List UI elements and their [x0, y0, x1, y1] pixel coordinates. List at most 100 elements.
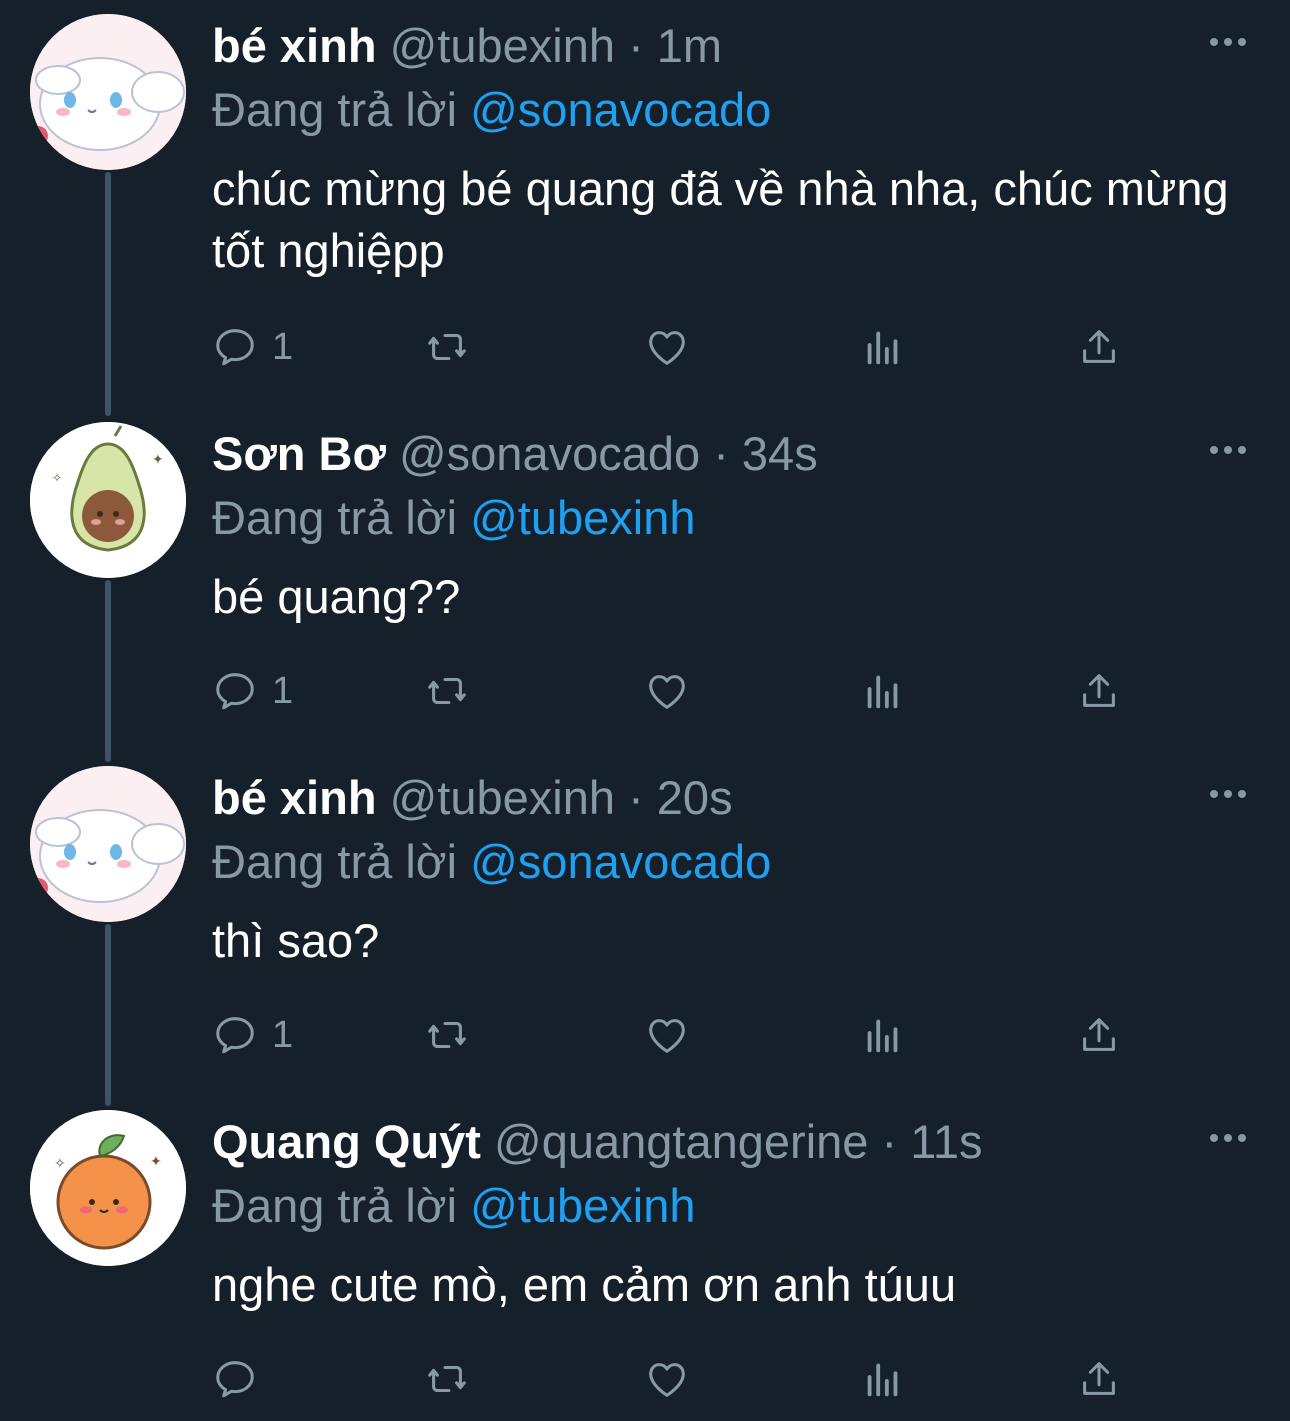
- share-icon: [1083, 1018, 1115, 1051]
- tweet-text: bé quang??: [212, 570, 461, 623]
- reply-count: 1: [272, 669, 294, 712]
- share-icon: [1083, 330, 1115, 363]
- tweet[interactable]: bé xinh @tubexinh · 1m Đang trả lời @son…: [0, 0, 1290, 400]
- reply-button[interactable]: 1: [212, 666, 293, 716]
- separator-dot: ·: [713, 427, 729, 480]
- reply-context: Đang trả lời @sonavocado: [212, 834, 771, 890]
- separator-dot: ·: [628, 771, 644, 824]
- action-bar: [212, 1354, 1132, 1404]
- reply-button[interactable]: [212, 1354, 272, 1404]
- retweet-icon: [428, 1365, 466, 1393]
- tangerine-avatar-image: ✧ ✦: [30, 1110, 186, 1266]
- reply-context: Đang trả lời @tubexinh: [212, 1178, 696, 1234]
- reply-prefix: Đang trả lời: [212, 491, 458, 544]
- tweet[interactable]: bé xinh @tubexinh · 20s Đang trả lời @so…: [0, 752, 1290, 1092]
- reply-count: 1: [272, 1013, 294, 1056]
- retweet-button[interactable]: [424, 666, 470, 716]
- avatar[interactable]: [30, 766, 186, 922]
- reply-icon: [216, 1361, 254, 1398]
- heart-icon: [649, 1363, 685, 1397]
- reply-icon: [216, 329, 254, 366]
- reply-icon: [216, 673, 254, 710]
- avatar[interactable]: ✧ ✦: [30, 1110, 186, 1266]
- share-button[interactable]: [1076, 666, 1122, 716]
- analytics-button[interactable]: [860, 1354, 906, 1404]
- display-name[interactable]: bé xinh: [212, 771, 377, 824]
- user-handle[interactable]: @sonavocado: [399, 427, 700, 480]
- display-name[interactable]: Quang Quýt: [212, 1115, 481, 1168]
- more-icon[interactable]: [1210, 1132, 1246, 1144]
- analytics-button[interactable]: [860, 322, 906, 372]
- svg-text:✧: ✧: [52, 471, 62, 485]
- share-icon: [1083, 674, 1115, 707]
- retweet-button[interactable]: [424, 1010, 470, 1060]
- separator-dot: ·: [628, 19, 644, 72]
- user-handle[interactable]: @quangtangerine: [494, 1115, 868, 1168]
- timestamp[interactable]: 34s: [742, 427, 818, 480]
- reply-context: Đang trả lời @tubexinh: [212, 490, 696, 546]
- mention-link[interactable]: @tubexinh: [470, 491, 695, 544]
- svg-text:✦: ✦: [152, 452, 164, 468]
- analytics-icon: [867, 331, 898, 365]
- reply-prefix: Đang trả lời: [212, 1179, 458, 1232]
- action-bar: 1: [212, 322, 1132, 372]
- share-button[interactable]: [1076, 1354, 1122, 1404]
- tweet[interactable]: ✦ ✧ Sơn Bơ @sonavocado · 34s Đang trả lờ…: [0, 408, 1290, 748]
- analytics-button[interactable]: [860, 1010, 906, 1060]
- like-button[interactable]: [644, 666, 690, 716]
- share-button[interactable]: [1076, 1010, 1122, 1060]
- more-icon[interactable]: [1210, 444, 1246, 456]
- user-handle[interactable]: @tubexinh: [390, 19, 615, 72]
- display-name[interactable]: bé xinh: [212, 19, 377, 72]
- share-button[interactable]: [1076, 322, 1122, 372]
- user-handle[interactable]: @tubexinh: [390, 771, 615, 824]
- cinnamoroll-avatar-image: [30, 14, 186, 170]
- tweet-text: thì sao?: [212, 914, 380, 967]
- retweet-icon: [428, 677, 466, 705]
- action-bar: 1: [212, 666, 1132, 716]
- display-name[interactable]: Sơn Bơ: [212, 427, 386, 480]
- tweet-text: nghe cute mò, em cảm ơn anh túuu: [212, 1258, 957, 1311]
- analytics-icon: [867, 675, 898, 709]
- reply-prefix: Đang trả lời: [212, 835, 458, 888]
- svg-text:✦: ✦: [150, 1154, 162, 1170]
- reply-button[interactable]: 1: [212, 322, 293, 372]
- heart-icon: [649, 1019, 685, 1053]
- like-button[interactable]: [644, 1354, 690, 1404]
- tweet[interactable]: ✧ ✦ Quang Quýt @quangtangerine · 11s Đan…: [0, 1096, 1290, 1421]
- mention-link[interactable]: @sonavocado: [470, 83, 771, 136]
- mention-link[interactable]: @tubexinh: [470, 1179, 695, 1232]
- timestamp[interactable]: 1m: [657, 19, 722, 72]
- cinnamoroll-avatar-image: [30, 766, 186, 922]
- mention-link[interactable]: @sonavocado: [470, 835, 771, 888]
- like-button[interactable]: [644, 322, 690, 372]
- analytics-button[interactable]: [860, 666, 906, 716]
- avatar[interactable]: ✦ ✧: [30, 422, 186, 578]
- reply-button[interactable]: 1: [212, 1010, 293, 1060]
- retweet-button[interactable]: [424, 1354, 470, 1404]
- retweet-icon: [428, 1021, 466, 1049]
- reply-context: Đang trả lời @sonavocado: [212, 82, 771, 138]
- timestamp[interactable]: 20s: [657, 771, 733, 824]
- separator-dot: ·: [881, 1115, 898, 1168]
- heart-icon: [649, 675, 685, 709]
- action-bar: 1: [212, 1010, 1132, 1060]
- tweet-header: bé xinh @tubexinh · 20s: [212, 770, 733, 826]
- avocado-avatar-image: ✦ ✧: [30, 422, 186, 578]
- heart-icon: [649, 331, 685, 365]
- reply-icon: [216, 1017, 254, 1054]
- tweet-header: bé xinh @tubexinh · 1m: [212, 18, 722, 74]
- tweet-text: chúc mừng bé quang đã về nhà nha, chúc m…: [212, 162, 1229, 277]
- more-icon[interactable]: [1210, 788, 1246, 800]
- timestamp[interactable]: 11s: [910, 1115, 982, 1168]
- analytics-icon: [867, 1363, 898, 1397]
- more-icon[interactable]: [1210, 36, 1246, 48]
- reply-count: 1: [272, 325, 294, 368]
- reply-prefix: Đang trả lời: [212, 83, 458, 136]
- tweet-header: Sơn Bơ @sonavocado · 34s: [212, 426, 818, 482]
- like-button[interactable]: [644, 1010, 690, 1060]
- tweet-header: Quang Quýt @quangtangerine · 11s: [212, 1114, 983, 1170]
- avatar[interactable]: [30, 14, 186, 170]
- svg-text:✧: ✧: [54, 1156, 66, 1172]
- retweet-button[interactable]: [424, 322, 470, 372]
